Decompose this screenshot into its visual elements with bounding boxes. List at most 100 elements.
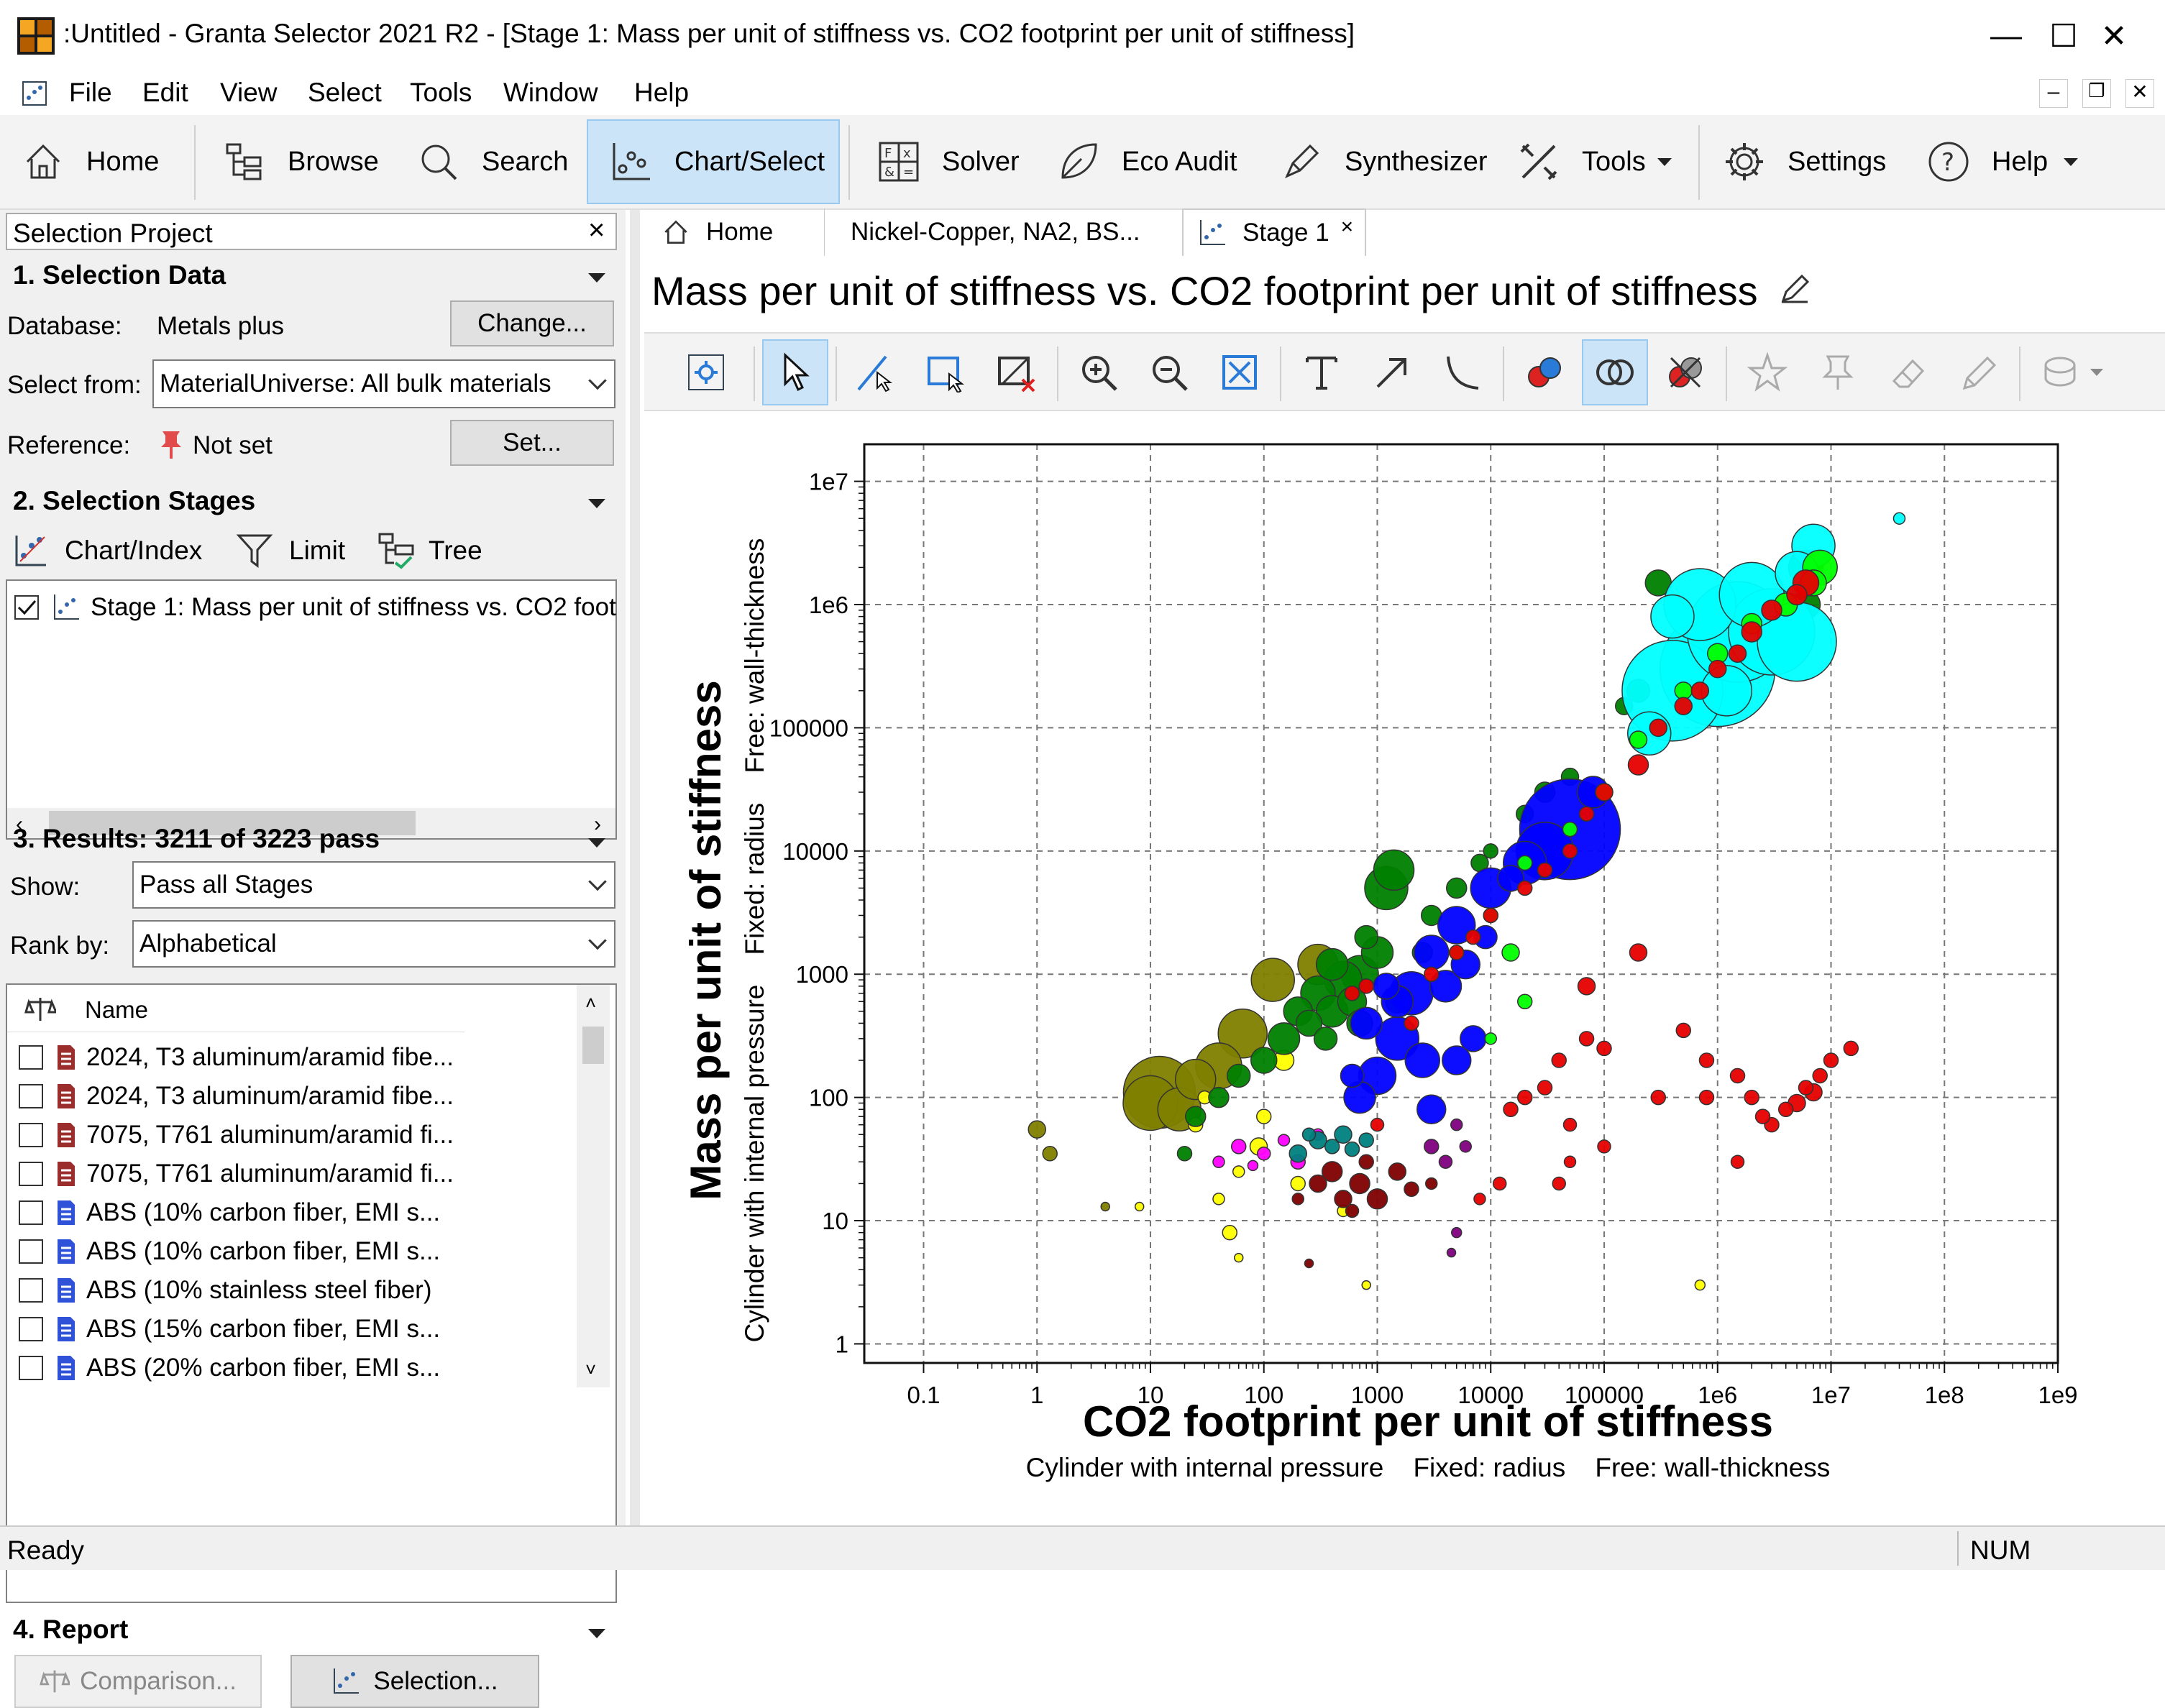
mdi-restore-button[interactable]: ❐ [2082, 79, 2111, 108]
row-checkbox[interactable] [19, 1356, 43, 1380]
material-bubble[interactable] [1291, 1193, 1304, 1206]
material-bubble[interactable] [1315, 947, 1349, 981]
material-bubble[interactable] [1516, 1089, 1533, 1106]
report-collapse-icon[interactable] [588, 1629, 605, 1638]
material-bubble[interactable] [1537, 1080, 1553, 1096]
zoom-out-button[interactable] [1136, 339, 1202, 405]
list-item[interactable]: 7075, T761 aluminum/aramid fi... [19, 1154, 454, 1193]
bubble-chart[interactable]: 0.1 1 10 100 1000 10000 100000 1e6 1e7 1e8 1e91101… [644, 413, 2165, 1520]
material-bubble[interactable] [1388, 1162, 1407, 1181]
material-bubble[interactable] [1414, 935, 1450, 970]
material-bubble[interactable] [1345, 1203, 1360, 1218]
material-bubble[interactable] [1425, 1177, 1438, 1190]
stage-item[interactable]: Stage 1: Mass per unit of stiffness vs. … [14, 588, 616, 627]
material-bubble[interactable] [1233, 1252, 1244, 1263]
help-button[interactable]: ? Help [1927, 119, 2085, 204]
row-checkbox[interactable] [19, 1278, 43, 1303]
list-item[interactable]: 7075, T761 aluminum/aramid fi... [19, 1116, 454, 1154]
material-bubble[interactable] [1304, 1258, 1314, 1269]
row-checkbox[interactable] [19, 1200, 43, 1225]
menu-window[interactable]: Window [503, 78, 598, 108]
scroll-up-icon[interactable]: ˄ [585, 992, 596, 1014]
settings-button[interactable]: Settings [1723, 119, 1895, 204]
material-bubble[interactable] [1728, 644, 1747, 663]
text-tool-button[interactable] [1289, 339, 1355, 405]
material-bubble[interactable] [1459, 1140, 1472, 1153]
scroll-right-icon[interactable]: › [594, 812, 601, 837]
material-bubble[interactable] [1358, 978, 1374, 994]
material-bubble[interactable] [1250, 1047, 1278, 1074]
list-item[interactable]: ABS (10% carbon fiber, EMI s... [19, 1193, 440, 1232]
material-bubble[interactable] [1313, 1027, 1338, 1051]
menu-file[interactable]: File [69, 78, 112, 108]
material-bubble[interactable] [1250, 958, 1295, 1002]
stage-checkbox[interactable] [14, 595, 39, 620]
layers-dropdown-button[interactable] [2029, 339, 2115, 405]
material-bubble[interactable] [1212, 1193, 1225, 1206]
zoom-fit-button[interactable] [1207, 339, 1273, 405]
material-bubble[interactable] [1551, 1052, 1567, 1068]
material-bubble[interactable] [1741, 621, 1762, 643]
material-bubble[interactable] [1690, 681, 1710, 700]
list-item[interactable]: ABS (15% carbon fiber, EMI s... [19, 1310, 440, 1349]
limit-button[interactable]: Limit [236, 531, 345, 571]
material-bubble[interactable] [1222, 1224, 1238, 1241]
overlap-tool-button[interactable] [1582, 339, 1648, 405]
favorite-button[interactable] [1734, 339, 1800, 405]
row-checkbox[interactable] [19, 1123, 43, 1147]
select-from-dropdown[interactable]: MaterialUniverse: All bulk materials [152, 359, 615, 408]
material-bubble[interactable] [1730, 1154, 1745, 1170]
material-bubble[interactable] [1424, 966, 1439, 982]
selection-report-button[interactable]: Selection... [290, 1655, 539, 1708]
material-bubble[interactable] [1416, 1094, 1447, 1124]
material-bubble[interactable] [1892, 512, 1906, 525]
name-column-header[interactable]: Name [85, 996, 148, 1024]
material-bubble[interactable] [1212, 1155, 1225, 1169]
material-bubble[interactable] [1563, 1155, 1577, 1169]
material-bubble[interactable] [1578, 806, 1595, 822]
material-bubble[interactable] [1446, 1247, 1457, 1258]
menu-select[interactable]: Select [308, 78, 382, 108]
material-bubble[interactable] [1578, 1031, 1595, 1047]
material-bubble[interactable] [1812, 1068, 1828, 1084]
selection-stages-collapse-icon[interactable] [588, 499, 605, 508]
material-bubble[interactable] [1450, 1118, 1463, 1131]
pin-button[interactable] [1805, 339, 1871, 405]
pointer-tool-button[interactable] [762, 339, 828, 405]
material-bubble[interactable] [1290, 1175, 1306, 1192]
chart-index-button[interactable]: Chart/Index [13, 531, 202, 571]
material-bubble[interactable] [1629, 730, 1648, 749]
material-bubble[interactable] [1483, 907, 1498, 924]
material-bubble[interactable] [1595, 783, 1614, 802]
box-select-button[interactable] [913, 339, 979, 405]
material-bubble[interactable] [1465, 929, 1481, 945]
vertical-scrollbar[interactable]: ˄ ˅ [577, 985, 610, 1387]
material-bubble[interactable] [1744, 1089, 1759, 1106]
material-bubble[interactable] [1349, 1172, 1370, 1195]
menu-edit[interactable]: Edit [142, 78, 188, 108]
zoom-in-button[interactable] [1066, 339, 1132, 405]
edit-title-icon[interactable] [1779, 273, 1811, 305]
results-collapse-icon[interactable] [588, 838, 605, 848]
material-bubble[interactable] [1798, 1080, 1814, 1096]
row-checkbox[interactable] [19, 1239, 43, 1264]
material-bubble[interactable] [1484, 1032, 1497, 1045]
material-bubble[interactable] [1340, 1063, 1365, 1088]
menu-help[interactable]: Help [634, 78, 689, 108]
material-bubble[interactable] [1629, 943, 1648, 962]
material-bubble[interactable] [1596, 1040, 1612, 1057]
material-bubble[interactable] [1373, 973, 1400, 1000]
chart-settings-button[interactable] [673, 339, 739, 405]
material-bubble[interactable] [1404, 1042, 1441, 1078]
material-bubble[interactable] [1777, 1101, 1794, 1117]
material-bubble[interactable] [1289, 1144, 1307, 1163]
list-item[interactable]: ABS (10% carbon fiber, EMI s... [19, 1232, 440, 1271]
material-bubble[interactable] [1675, 1022, 1692, 1039]
mdi-close-button[interactable]: ✕ [2125, 79, 2154, 108]
material-bubble[interactable] [1358, 1132, 1374, 1148]
close-button[interactable]: ✕ [2064, 6, 2164, 66]
list-item[interactable]: 2024, T3 aluminum/aramid fibe... [19, 1077, 454, 1116]
material-bubble[interactable] [1309, 1174, 1327, 1193]
hide-failed-button[interactable] [1652, 339, 1718, 405]
scroll-down-icon[interactable]: ˅ [585, 1359, 596, 1381]
